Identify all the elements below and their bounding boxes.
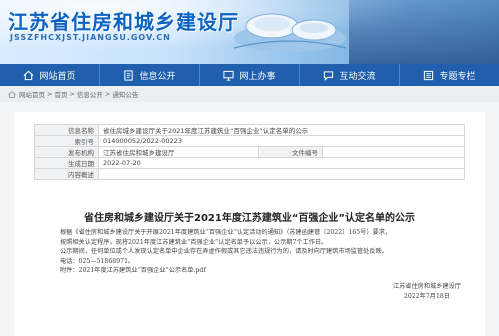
nav-item-label: 网站首页 <box>39 71 76 82</box>
article-signature: 江苏省住房和城乡建设厅 2022年7月18日 <box>393 282 461 301</box>
nav-item-label: 信息公开 <box>139 71 176 82</box>
attachment-link[interactable]: 附件：2021年度江苏建筑业“百强企业”公示名单.pdf <box>60 266 460 276</box>
breadcrumb-link-notices[interactable]: 通知公告 <box>112 89 138 99</box>
info-meta-table: 信息名称 省住房城乡建设厅关于2021年度江苏建筑业“百强企业”认定名单的公示 … <box>34 124 465 180</box>
breadcrumb: 网站首页 > 首页 > 信息公开 > 通知公告 <box>0 86 499 102</box>
nav-item-home[interactable]: 网站首页 <box>0 64 100 86</box>
meta-label: 生成日期 <box>34 157 99 169</box>
site-banner: 江苏省住房和城乡建设厅 JSSZFHCXJST.JIANGSU.GOV.CN <box>0 0 499 64</box>
nav-item-special-topics[interactable]: 专题专栏 <box>400 64 499 86</box>
breadcrumb-separator: > <box>47 90 53 98</box>
banner-cityscape <box>349 0 499 64</box>
site-title[interactable]: 江苏省住房和城乡建设厅 <box>8 6 239 35</box>
meta-value <box>322 146 465 158</box>
breadcrumb-link-site-home[interactable]: 网站首页 <box>19 89 45 99</box>
article-body: 根据《省住房和城乡建设厅关于开展2021年度建筑业“百强企业”认定活动的通知》（… <box>60 228 460 276</box>
meta-label: 信息名称 <box>34 124 99 136</box>
article-paragraph: 公示期间，任何单位或个人发现认定名单中企业存在弄虚作假或其它违法违规行为的，请及… <box>60 248 388 256</box>
meta-label: 发布机构 <box>34 146 99 158</box>
nav-item-label: 互动交流 <box>339 71 376 82</box>
signature-date: 2022年7月18日 <box>403 292 451 300</box>
meta-value: 014000052/2022-00223 <box>98 135 465 147</box>
nav-item-online-service[interactable]: 网上办事 <box>200 64 300 86</box>
site-url: JSSZFHCXJST.JIANGSU.GOV.CN <box>10 33 171 42</box>
breadcrumb-separator: > <box>69 90 75 98</box>
list-icon <box>424 70 434 80</box>
article-paragraph: 按照相关认定程序，现将2021年度江苏建筑业“百强企业”认定名单予以公示，公示期… <box>60 238 328 246</box>
breadcrumb-link-info-public[interactable]: 信息公开 <box>77 89 103 99</box>
nav-item-info-public[interactable]: 信息公开 <box>100 64 200 86</box>
document-icon <box>124 69 134 81</box>
breadcrumb-separator: > <box>104 90 111 98</box>
meta-label: 内容概述 <box>34 168 99 180</box>
article-paragraph: 根据《省住房和城乡建设厅关于开展2021年度建筑业“百强企业”认定活动的通知》（… <box>60 229 392 236</box>
home-icon <box>8 90 16 98</box>
meta-value: 2022-07-20 <box>98 157 465 169</box>
stadium-illustration <box>233 13 347 52</box>
meta-label: 文件编号 <box>258 146 323 158</box>
main-nav: 网站首页 信息公开 网上办事 互动交流 专题专栏 <box>0 64 499 86</box>
home-icon <box>24 70 34 80</box>
computer-icon <box>223 70 235 81</box>
article-card: 信息名称 省住房城乡建设厅关于2021年度江苏建筑业“百强企业”认定名单的公示 … <box>14 112 485 336</box>
article-title: 省住房和城乡建设厅关于2021年度江苏建筑业“百强企业”认定名单的公示 <box>84 213 415 224</box>
meta-value: 江苏省住房和城乡建设厅 <box>98 146 259 158</box>
meta-label: 索引号 <box>34 135 99 147</box>
breadcrumb-link-home[interactable]: 首页 <box>54 89 67 99</box>
nav-item-label: 专题专栏 <box>439 71 476 82</box>
meta-value: 省住房城乡建设厅关于2021年度江苏建筑业“百强企业”认定名单的公示 <box>98 124 465 136</box>
chat-icon <box>324 70 334 81</box>
nav-item-interaction[interactable]: 互动交流 <box>300 64 400 86</box>
nav-item-label: 网上办事 <box>239 71 276 82</box>
signature-org: 江苏省住房和城乡建设厅 <box>392 283 461 290</box>
meta-value <box>98 168 465 180</box>
article-paragraph: 电话：025—51868971。 <box>60 257 135 265</box>
